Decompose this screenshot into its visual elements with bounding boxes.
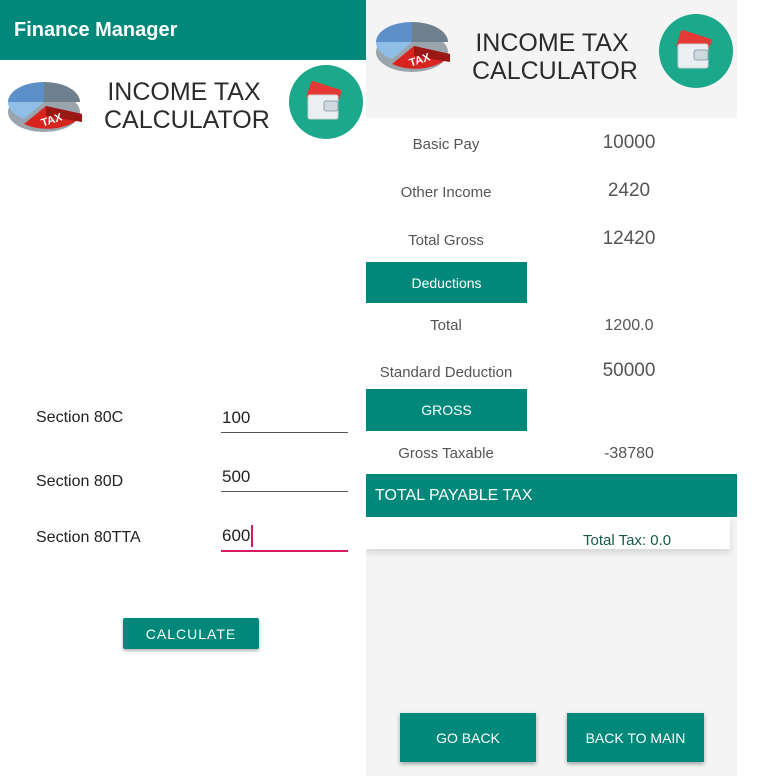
other-income-label: Other Income: [400, 184, 492, 201]
tax-pie-chart-icon: TAX: [375, 22, 450, 72]
gross-taxable-label: Gross Taxable: [398, 445, 494, 462]
section-80c-label: Section 80C: [36, 409, 124, 426]
total-gross-label: Total Gross: [408, 232, 484, 249]
text-cursor: [251, 525, 253, 547]
section-80d-label: Section 80D: [36, 473, 124, 490]
back-to-main-button[interactable]: BACK TO MAIN: [567, 713, 704, 762]
deduction-total-label: Total: [430, 317, 462, 334]
page-title: INCOME TAX CALCULATOR: [104, 78, 270, 134]
total-payable-tax-label: TOTAL PAYABLE TAX: [375, 487, 533, 504]
total-payable-tax-header: TOTAL PAYABLE TAX: [366, 474, 737, 517]
section-80tta-input[interactable]: [221, 522, 348, 552]
other-income-value: 2420: [607, 180, 651, 201]
basic-pay-value: 10000: [602, 132, 656, 153]
deduction-total-value: 1200.0: [604, 317, 654, 334]
standard-deduction-label: Standard Deduction: [379, 364, 513, 381]
calculate-button[interactable]: CALCULATE: [123, 618, 259, 649]
gross-header: GROSS: [366, 389, 527, 431]
page-title: INCOME TAX CALCULATOR: [472, 29, 638, 85]
section-80c-input[interactable]: [221, 404, 348, 433]
standard-deduction-value: 50000: [602, 360, 656, 381]
basic-pay-label: Basic Pay: [412, 136, 480, 153]
app-bar: Finance Manager: [0, 0, 366, 60]
total-gross-value: 12420: [602, 228, 656, 249]
wallet-icon: [289, 65, 363, 139]
go-back-button[interactable]: GO BACK: [400, 713, 536, 762]
input-screen: Finance Manager TAX INCOME TAX CALCULATO…: [0, 0, 366, 776]
tax-pie-chart-icon: TAX: [7, 82, 82, 132]
section-80d-input[interactable]: [221, 463, 348, 492]
app-title: Finance Manager: [14, 19, 178, 41]
deductions-header: Deductions: [366, 262, 527, 303]
gross-taxable-value: -38780: [604, 445, 654, 462]
total-tax-card: [366, 517, 730, 549]
section-80tta-label: Section 80TTA: [36, 529, 141, 546]
result-screen: TAX INCOME TAX CALCULATOR Basic Pay 1000…: [366, 0, 737, 776]
wallet-icon: [659, 14, 733, 88]
total-tax-value: Total Tax: 0.0: [583, 532, 672, 549]
